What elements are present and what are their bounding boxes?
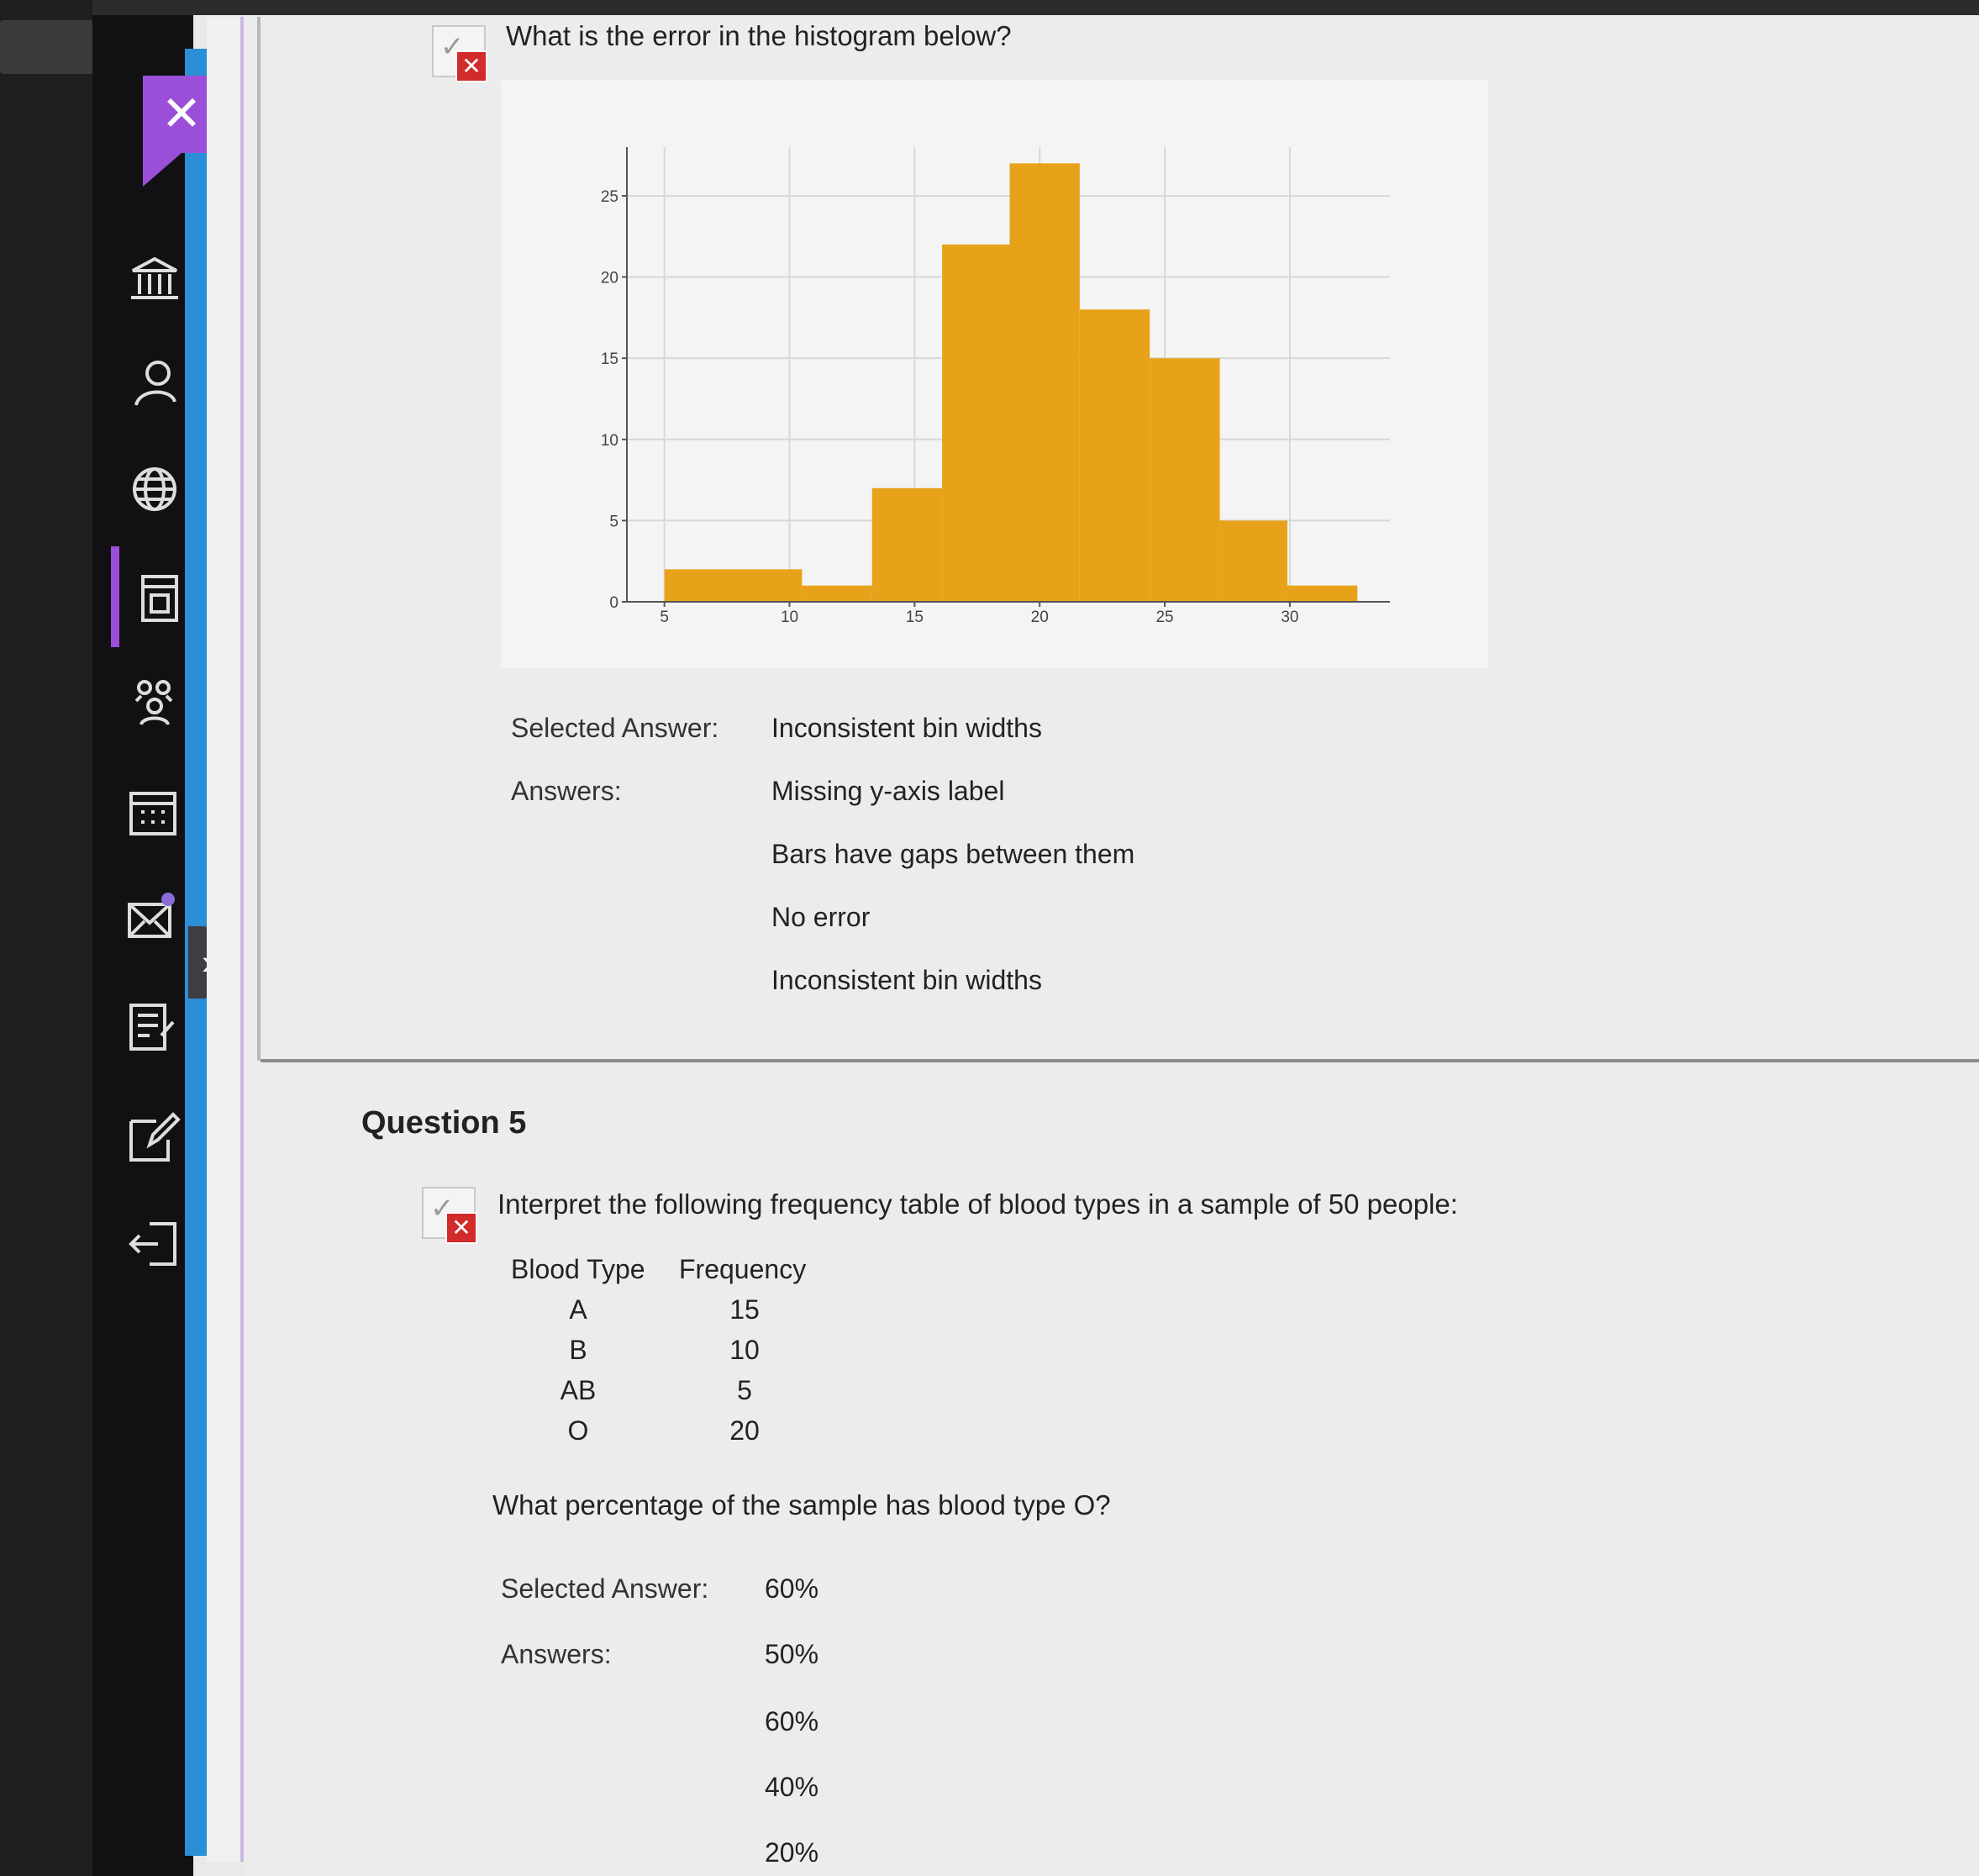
screen-top-edge	[0, 0, 1979, 15]
histogram-bar	[1079, 309, 1150, 602]
selected-answer-label: Selected Answer:	[501, 1573, 709, 1604]
y-tick-label: 20	[601, 270, 618, 287]
question-prompt: Interpret the following frequency table …	[497, 1188, 1458, 1220]
table-header: Blood Type	[511, 1254, 645, 1284]
institution-icon[interactable]	[124, 249, 185, 309]
histogram-bar	[942, 244, 1010, 602]
user-icon[interactable]	[124, 353, 185, 414]
courses-icon[interactable]	[124, 568, 185, 629]
selected-answer-label: Selected Answer:	[511, 713, 719, 743]
histogram-chart: 5 10 15 20 25 30 0 5 10 15 20 25	[501, 80, 1488, 668]
chart-bars	[664, 163, 1358, 603]
histogram-bar	[1287, 585, 1358, 602]
histogram-bar	[1009, 163, 1080, 603]
x-tick-label: 25	[1155, 609, 1173, 626]
y-tick-label: 0	[609, 594, 618, 612]
question-title: Question 5	[361, 1105, 527, 1141]
globe-icon[interactable]	[124, 459, 185, 519]
selected-answer-value: 60%	[765, 1573, 819, 1604]
active-nav-indicator	[111, 546, 119, 647]
answer-option: 20%	[765, 1837, 819, 1868]
table-header: Frequency	[679, 1254, 807, 1284]
edit-icon[interactable]	[124, 1108, 185, 1168]
x-tick-label: 15	[906, 609, 924, 626]
x-tick-label: 30	[1281, 609, 1298, 626]
question-panel-border	[257, 17, 261, 1061]
histogram-bar	[1219, 520, 1287, 602]
answer-option: 50%	[765, 1639, 819, 1669]
table-cell: A	[569, 1294, 587, 1325]
messages-icon[interactable]	[124, 889, 185, 950]
answer-option: 60%	[765, 1706, 819, 1736]
groups-icon[interactable]	[124, 672, 185, 733]
histogram-bar	[871, 487, 943, 602]
table-cell: 20	[729, 1415, 760, 1446]
browser-side-bezel	[0, 0, 99, 1876]
x-tick-label: 20	[1031, 609, 1049, 626]
histogram-svg: 5 10 15 20 25 30 0 5 10 15 20 25	[601, 147, 1390, 626]
answer-option: Inconsistent bin widths	[771, 965, 1042, 995]
content-left-border	[207, 17, 244, 1862]
selected-answer-value: Inconsistent bin widths	[771, 713, 1042, 743]
table-cell: 5	[737, 1375, 752, 1405]
x-tick-label: 10	[781, 609, 798, 626]
browser-tab-strip[interactable]	[0, 20, 99, 74]
incorrect-status-icon: ✓ ✕	[422, 1187, 477, 1244]
calendar-icon[interactable]	[124, 782, 185, 842]
question-divider	[261, 1059, 1979, 1062]
answer-option: 40%	[765, 1772, 819, 1802]
answer-option: Bars have gaps between them	[771, 839, 1135, 869]
table-cell: O	[567, 1415, 589, 1446]
histogram-bar	[802, 585, 872, 602]
answers-label: Answers:	[501, 1639, 612, 1669]
y-tick-label: 25	[601, 188, 618, 206]
histogram-bar	[1150, 358, 1220, 602]
table-cell: B	[569, 1335, 587, 1365]
sub-question-prompt: What percentage of the sample has blood …	[492, 1489, 1111, 1520]
y-tick-label: 10	[601, 432, 618, 450]
incorrect-status-icon: ✓ ✕	[432, 25, 487, 82]
table-cell: 15	[729, 1294, 760, 1325]
histogram-bar	[664, 569, 803, 602]
table-cell: 10	[729, 1335, 760, 1365]
answers-label: Answers:	[511, 776, 622, 806]
answer-option: No error	[771, 902, 871, 932]
y-tick-label: 15	[601, 350, 618, 368]
grades-icon[interactable]	[124, 997, 185, 1057]
x-tick-label: 5	[660, 609, 669, 626]
answer-option: Missing y-axis label	[771, 776, 1005, 806]
question-prompt: What is the error in the histogram below…	[506, 20, 1012, 51]
sign-out-icon[interactable]	[124, 1214, 185, 1274]
close-button-tail	[143, 153, 182, 187]
table-cell: AB	[560, 1375, 597, 1405]
y-tick-label: 5	[609, 513, 618, 530]
